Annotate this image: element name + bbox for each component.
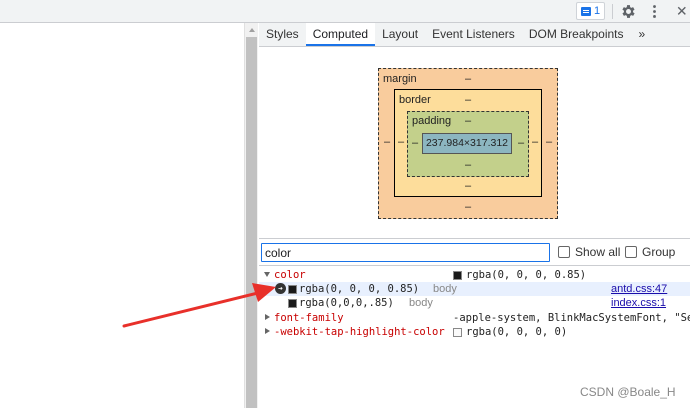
trace-value: rgba(0, 0, 0, 0.85) <box>299 283 420 295</box>
property-row-font-family[interactable]: font-family -apple-system, BlinkMacSyste… <box>259 311 690 325</box>
filter-input[interactable] <box>261 243 550 262</box>
border-left-value[interactable]: – <box>398 136 404 148</box>
property-name: font-family <box>274 312 344 324</box>
box-model-margin[interactable]: margin – – – – border – – – – padding – … <box>378 68 558 219</box>
close-icon[interactable] <box>675 3 690 20</box>
scroll-up-arrow-icon[interactable] <box>249 28 255 32</box>
toolbar-divider <box>612 4 613 19</box>
tab-computed[interactable]: Computed <box>305 23 376 46</box>
issues-button[interactable]: 1 <box>576 2 605 20</box>
border-bottom-value[interactable]: – <box>465 180 471 192</box>
color-swatch[interactable] <box>453 328 462 337</box>
margin-left-value[interactable]: – <box>384 136 390 148</box>
margin-right-value[interactable]: – <box>546 136 552 148</box>
issues-count: 1 <box>593 5 601 17</box>
padding-label: padding <box>412 115 452 127</box>
navigate-to-source-icon[interactable]: ➔ <box>275 283 286 294</box>
more-options-icon[interactable] <box>646 3 663 20</box>
expand-triangle-icon[interactable] <box>264 272 270 277</box>
tab-dom-breakpoints[interactable]: DOM Breakpoints <box>522 23 631 46</box>
gear-icon[interactable] <box>620 3 637 20</box>
trace-row[interactable]: ➔ rgba(0, 0, 0, 0.85) body antd.css:47 <box>259 282 690 296</box>
padding-top-value[interactable]: – <box>465 115 471 127</box>
margin-top-value[interactable]: – <box>465 73 471 85</box>
property-value: rgba(0, 0, 0, 0) <box>466 326 568 338</box>
trace-value: rgba(0,0,0,.85) <box>299 297 394 309</box>
group-label[interactable]: Group <box>642 245 675 259</box>
filter-bar: Show all Group <box>259 238 690 266</box>
property-name: -webkit-tap-highlight-color <box>274 326 445 338</box>
padding-left-value[interactable]: – <box>412 137 418 149</box>
property-row-color[interactable]: color rgba(0, 0, 0, 0.85) <box>259 268 690 282</box>
trace-source-link[interactable]: index.css:1 <box>611 296 666 310</box>
issues-flag-icon <box>580 6 591 16</box>
expand-triangle-icon[interactable] <box>265 328 270 334</box>
margin-label: margin <box>383 73 417 85</box>
watermark: CSDN @Boale_H <box>580 385 676 399</box>
box-model-content-size[interactable]: 237.984×317.312 <box>422 133 512 154</box>
color-swatch[interactable] <box>453 271 462 280</box>
property-row-tap-highlight-color[interactable]: -webkit-tap-highlight-color rgba(0, 0, 0… <box>259 325 690 339</box>
computed-panel: margin – – – – border – – – – padding – … <box>259 48 690 408</box>
color-swatch[interactable] <box>288 299 297 308</box>
scrollbar-thumb[interactable] <box>246 37 257 408</box>
tab-layout[interactable]: Layout <box>375 23 425 46</box>
show-all-label[interactable]: Show all <box>575 245 620 259</box>
color-swatch[interactable] <box>288 285 297 294</box>
expand-triangle-icon[interactable] <box>265 314 270 320</box>
border-top-value[interactable]: – <box>465 94 471 106</box>
border-right-value[interactable]: – <box>532 136 538 148</box>
more-tabs-button[interactable]: » <box>631 23 654 46</box>
trace-source-link[interactable]: antd.css:47 <box>611 282 667 296</box>
property-value: -apple-system, BlinkMacSystemFont, "Se <box>453 312 690 324</box>
devtools-toolbar: 1 <box>0 0 690 23</box>
show-all-checkbox[interactable] <box>558 246 570 258</box>
property-name: color <box>274 269 306 281</box>
page-preview-pane <box>0 23 244 408</box>
margin-bottom-value[interactable]: – <box>465 201 471 213</box>
trace-selector: body <box>409 297 433 309</box>
property-value: rgba(0, 0, 0, 0.85) <box>466 269 587 281</box>
tab-styles[interactable]: Styles <box>259 23 306 46</box>
tab-event-listeners[interactable]: Event Listeners <box>425 23 522 46</box>
padding-right-value[interactable]: – <box>518 137 524 149</box>
sidebar-tabs: Styles Computed Layout Event Listeners D… <box>259 23 690 47</box>
border-label: border <box>399 94 431 106</box>
trace-row[interactable]: rgba(0,0,0,.85) body index.css:1 <box>259 296 690 310</box>
box-model-padding[interactable]: padding – – – – 237.984×317.312 <box>407 111 529 177</box>
padding-bottom-value[interactable]: – <box>465 159 471 171</box>
group-checkbox[interactable] <box>625 246 637 258</box>
trace-selector: body <box>433 283 457 295</box>
box-model-border[interactable]: border – – – – padding – – – – 237.984×3… <box>394 89 542 197</box>
scrollbar[interactable] <box>244 23 258 408</box>
